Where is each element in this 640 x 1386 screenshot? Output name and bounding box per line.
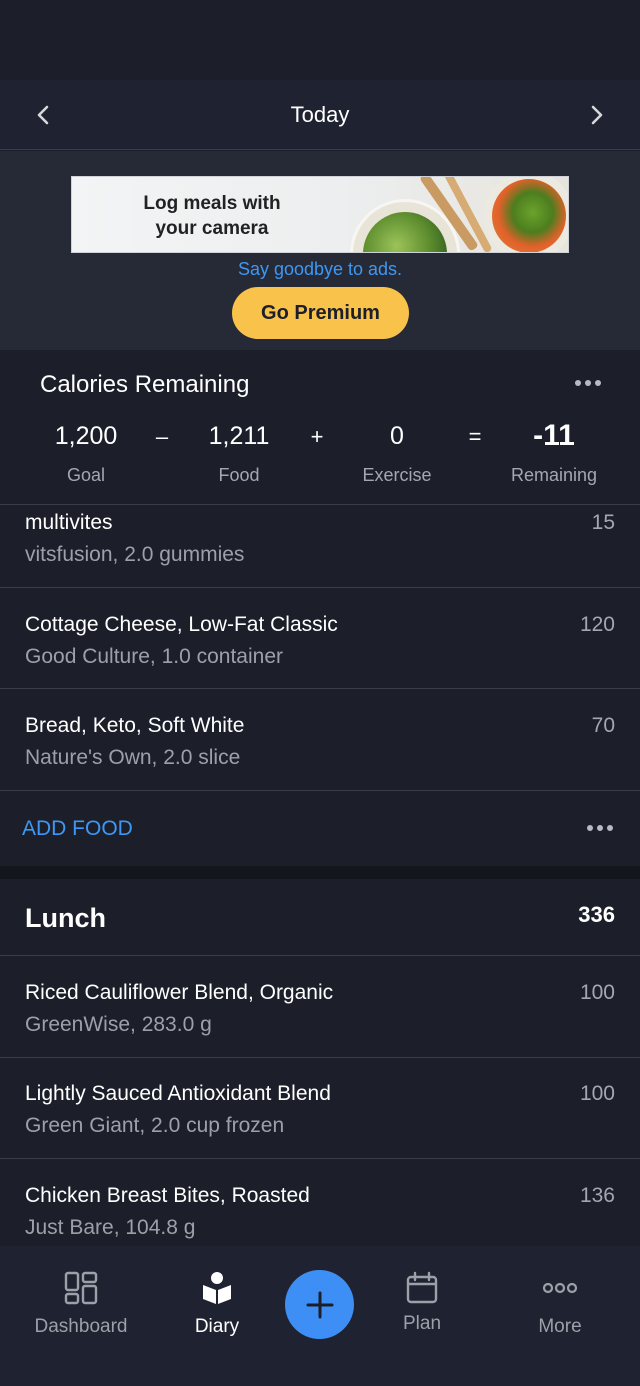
tab-label: Diary [194,1316,240,1337]
date-title[interactable]: Today [291,102,350,128]
ad-headline: Log meals with your camera [112,191,312,241]
diary-list[interactable]: multivites vitsfusion, 2.0 gummies 15 Co… [0,506,640,1246]
food-calories: 100 [579,1082,615,1105]
food-name: Bread, Keto, Soft White [25,714,245,737]
goal-label: Goal [66,465,106,485]
breakfast-more-icon[interactable] [587,825,613,831]
food-name: multivites [25,511,113,534]
add-entry-button[interactable] [285,1270,354,1339]
plus-operator: + [310,424,324,449]
tab-label: Plan [402,1313,442,1334]
chevron-right-icon [591,105,603,125]
calendar-icon [406,1271,438,1304]
food-entry[interactable]: multivites vitsfusion, 2.0 gummies 15 [0,506,640,588]
add-food-button[interactable]: ADD FOOD [22,817,133,841]
date-navigator: Today [0,80,640,150]
food-name: Riced Cauliflower Blend, Organic [25,981,334,1004]
food-calories: 100 [579,981,615,1004]
previous-day-button[interactable] [30,102,56,128]
meal-total-calories: 336 [578,902,615,927]
remove-ads-link[interactable]: Say goodbye to ads. [0,259,640,280]
tab-label: Dashboard [34,1316,128,1337]
veggie-bowl-image [484,177,568,252]
food-entry[interactable]: Riced Cauliflower Blend, Organic GreenWi… [0,957,640,1058]
food-calories: 120 [579,613,615,636]
food-detail: Good Culture, 1.0 container [25,645,283,668]
food-calories: 136 [579,1184,615,1207]
minus-operator: – [155,424,169,449]
tab-dashboard[interactable]: Dashboard [11,1270,151,1338]
plus-icon [306,1291,333,1318]
food-name: Cottage Cheese, Low-Fat Classic [25,613,338,636]
food-detail: GreenWise, 283.0 g [25,1013,212,1036]
food-detail: Green Giant, 2.0 cup frozen [25,1114,285,1137]
calories-more-icon[interactable] [575,380,601,386]
tab-plan[interactable]: Plan [352,1270,492,1335]
food-label: Food [218,465,260,485]
section-divider [0,866,640,879]
remaining-label: Remaining [510,465,598,485]
lunch-header[interactable]: Lunch 336 [0,879,640,956]
food-entry[interactable]: Chicken Breast Bites, Roasted Just Bare,… [0,1159,640,1246]
calories-remaining-card: Calories Remaining 1,200 Goal – 1,211 Fo… [0,350,640,505]
food-entry[interactable]: Cottage Cheese, Low-Fat Classic Good Cul… [0,588,640,689]
more-icon [542,1282,578,1294]
food-calories: 15 [591,511,615,534]
remaining-value: -11 [533,419,575,452]
food-detail: vitsfusion, 2.0 gummies [25,543,245,566]
go-premium-button[interactable]: Go Premium [232,287,409,339]
ad-headline-line1: Log meals with [143,193,281,214]
next-day-button[interactable] [584,102,610,128]
bottom-tab-bar: Dashboard Diary Plan More [0,1246,640,1386]
tab-diary[interactable]: Diary [147,1270,287,1338]
food-detail: Just Bare, 104.8 g [25,1216,196,1239]
ad-banner[interactable]: Log meals with your camera [71,176,569,253]
food-name: Lightly Sauced Antioxidant Blend [25,1082,331,1105]
food-entry[interactable]: Bread, Keto, Soft White Nature's Own, 2.… [0,690,640,791]
food-entry[interactable]: Lightly Sauced Antioxidant Blend Green G… [0,1058,640,1159]
calories-title: Calories Remaining [40,371,250,398]
exercise-value: 0 [390,422,404,450]
ad-section: Log meals with your camera Say goodbye t… [0,151,640,350]
meal-name: Lunch [25,903,106,933]
tab-more[interactable]: More [490,1270,630,1338]
exercise-label: Exercise [362,465,432,485]
goal-value: 1,200 [54,422,118,450]
food-name: Chicken Breast Bites, Roasted [25,1184,310,1207]
food-value: 1,211 [208,422,270,450]
diary-icon [203,1272,231,1304]
dashboard-icon [64,1271,98,1305]
food-detail: Nature's Own, 2.0 slice [25,746,241,769]
tab-label: More [538,1316,582,1337]
food-calories: 70 [591,714,615,737]
add-food-row: ADD FOOD [0,791,640,866]
chevron-left-icon [37,105,49,125]
ad-headline-line2: your camera [155,218,269,239]
equals-operator: = [468,424,482,449]
status-bar [0,0,640,80]
